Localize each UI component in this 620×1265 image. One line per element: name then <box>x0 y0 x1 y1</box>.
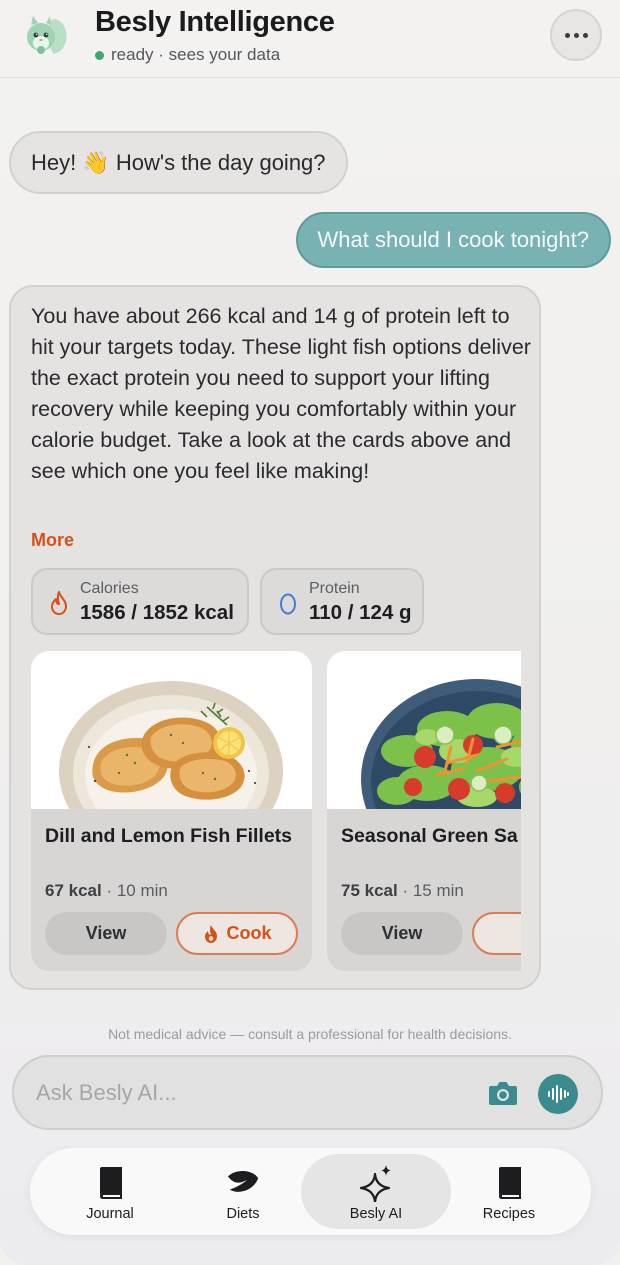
recipe-carousel[interactable]: Dill and Lemon Fish Fillets 67 kcal · 10… <box>31 651 521 971</box>
voice-input-button[interactable] <box>538 1074 578 1114</box>
chat-input-bar <box>12 1055 603 1130</box>
tab-journal[interactable]: Journal <box>35 1154 185 1229</box>
flame-icon <box>204 924 217 943</box>
flame-icon <box>51 591 67 615</box>
more-options-button[interactable] <box>550 9 602 61</box>
user-message-bubble: What should I cook tonight? <box>295 212 611 268</box>
status-line: ready · sees your data <box>95 45 280 65</box>
squirrel-mascot-avatar <box>20 10 72 62</box>
view-recipe-button[interactable]: View <box>45 912 167 955</box>
cook-recipe-button[interactable] <box>472 912 521 955</box>
leaf-icon <box>226 1164 260 1202</box>
assistant-reply-card: You have about 266 kcal and 14 g of prot… <box>9 285 541 990</box>
fish-fillets-image <box>31 651 312 809</box>
tab-label: Besly AI <box>349 1206 403 1222</box>
recipe-kcal: 75 kcal <box>341 881 398 900</box>
calories-stat: Calories 1586 / 1852 kcal <box>31 568 249 635</box>
bottom-tab-bar: Journal Diets Besly AI Recipes <box>30 1148 591 1235</box>
camera-icon[interactable] <box>487 1078 519 1108</box>
calories-value: 1586 / 1852 kcal <box>80 601 234 624</box>
recipe-meta: 75 kcal · 15 min <box>341 881 464 901</box>
ellipsis-icon <box>564 32 570 38</box>
waveform-icon <box>548 1085 569 1103</box>
egg-icon <box>280 593 296 615</box>
cook-recipe-button[interactable]: Cook <box>176 912 298 955</box>
recipe-meta: 67 kcal · 10 min <box>45 881 168 901</box>
book-icon <box>492 1164 526 1202</box>
header: Besly Intelligence ready · sees your dat… <box>0 0 620 78</box>
green-salad-image <box>327 651 521 809</box>
tab-label: Diets <box>226 1206 260 1222</box>
status-dot-icon <box>95 50 104 60</box>
tab-label: Journal <box>86 1206 134 1222</box>
tab-diets[interactable]: Diets <box>168 1154 318 1229</box>
medical-disclaimer: Not medical advice — consult a professio… <box>108 1026 512 1042</box>
recipe-kcal: 67 kcal <box>45 881 102 900</box>
cook-label: Cook <box>226 923 272 943</box>
status-text: ready · sees your data <box>111 45 281 64</box>
page-title: Besly Intelligence <box>95 6 335 38</box>
ellipsis-dot <box>582 32 588 38</box>
ellipsis-dot <box>573 32 579 38</box>
sparkles-icon <box>359 1164 393 1202</box>
more-link[interactable]: More <box>31 530 74 551</box>
recipe-time: · 10 min <box>106 881 168 900</box>
ask-ai-input[interactable] <box>36 1075 456 1111</box>
protein-label: Protein <box>309 580 360 597</box>
recipe-card[interactable]: Seasonal Green Sa 75 kcal · 15 min View <box>327 651 521 971</box>
recipe-card[interactable]: Dill and Lemon Fish Fillets 67 kcal · 10… <box>31 651 312 971</box>
recipe-name: Seasonal Green Sa <box>341 825 518 847</box>
assistant-reply-text: You have about 266 kcal and 14 g of prot… <box>31 304 531 483</box>
assistant-greeting-bubble: Hey! 👋 How's the day going? <box>9 131 348 194</box>
protein-stat: Protein 110 / 124 g <box>260 568 424 635</box>
tab-besly-ai[interactable]: Besly AI <box>301 1154 451 1229</box>
app-window: Besly Intelligence ready · sees your dat… <box>0 0 620 1265</box>
book-icon <box>93 1164 127 1202</box>
view-recipe-button[interactable]: View <box>341 912 463 955</box>
tab-recipes[interactable]: Recipes <box>434 1154 584 1229</box>
recipe-time: · 15 min <box>402 881 464 900</box>
tab-label: Recipes <box>482 1206 536 1222</box>
recipe-name: Dill and Lemon Fish Fillets <box>45 825 293 847</box>
protein-value: 110 / 124 g <box>309 601 412 624</box>
calories-label: Calories <box>80 580 139 597</box>
